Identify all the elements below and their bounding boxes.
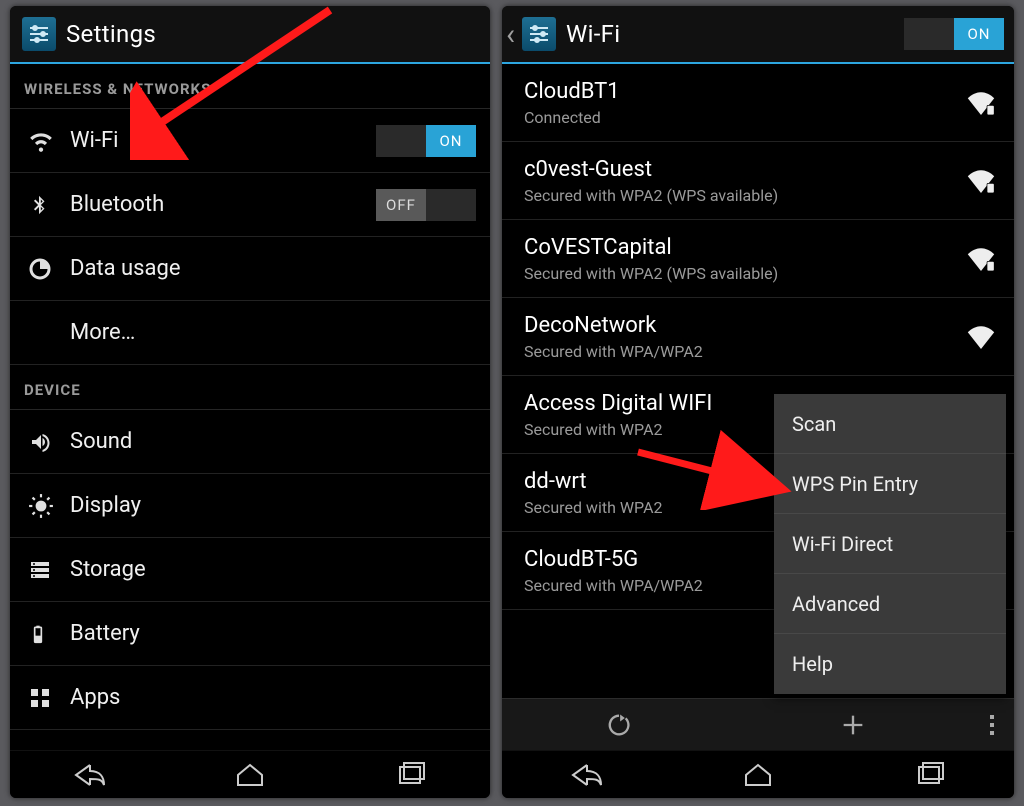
wifi-signal-icon [962,325,996,349]
sound-icon [28,430,70,454]
battery-row[interactable]: Battery [10,602,490,666]
network-status: Secured with WPA2 (WPS available) [524,264,962,283]
wifi-signal-icon [962,91,996,115]
wifi-master-toggle-state: ON [954,18,1004,50]
battery-label: Battery [70,621,140,646]
sound-label: Sound [70,429,132,454]
section-header-wireless: WIRELESS & NETWORKS [10,64,490,109]
wifi-action-bar [502,698,1014,750]
nav-back-button[interactable] [552,755,622,795]
network-row[interactable]: DecoNetwork Secured with WPA/WPA2 [502,298,1014,376]
menu-wifi-direct[interactable]: Wi-Fi Direct [774,514,1006,574]
menu-scan[interactable]: Scan [774,394,1006,454]
menu-help[interactable]: Help [774,634,1006,694]
storage-icon [28,558,70,582]
menu-wps-pin[interactable]: WPS Pin Entry [774,454,1006,514]
add-network-button[interactable] [736,711,970,739]
network-name: DecoNetwork [524,313,962,338]
settings-app-icon[interactable] [522,17,556,51]
data-usage-row[interactable]: Data usage [10,237,490,301]
up-caret-icon[interactable]: ‹ [506,17,520,52]
more-row[interactable]: More… [10,301,490,365]
storage-row[interactable]: Storage [10,538,490,602]
apps-icon [28,686,70,710]
settings-app-icon [22,17,56,51]
bluetooth-toggle[interactable]: OFF [376,189,476,221]
overflow-button[interactable] [970,713,1014,737]
nav-home-button[interactable] [215,755,285,795]
nav-home-button[interactable] [723,755,793,795]
sound-row[interactable]: Sound [10,410,490,474]
nav-back-button[interactable] [55,755,125,795]
section-header-device: DEVICE [10,365,490,410]
display-label: Display [70,493,141,518]
network-row[interactable]: CloudBT1 Connected [502,64,1014,142]
apps-row[interactable]: Apps [10,666,490,730]
network-status: Secured with WPA2 (WPS available) [524,186,962,205]
nav-bar [10,750,490,798]
nav-recent-button[interactable] [375,755,445,795]
nav-bar [502,750,1014,798]
wifi-signal-icon [962,169,996,193]
bluetooth-toggle-state: OFF [376,189,426,221]
bluetooth-icon [28,192,70,218]
settings-screen: Settings WIRELESS & NETWORKS Wi-Fi ON Bl… [10,6,490,798]
network-name: c0vest-Guest [524,157,962,182]
display-icon [28,493,70,519]
wifi-row[interactable]: Wi-Fi ON [10,109,490,173]
network-status: Secured with WPA/WPA2 [524,342,962,361]
data-usage-icon [28,257,70,281]
wifi-label: Wi-Fi [70,128,118,153]
network-row[interactable]: CoVESTCapital Secured with WPA2 (WPS ava… [502,220,1014,298]
settings-title: Settings [66,20,156,48]
wifi-toggle-state: ON [426,125,476,157]
wifi-toggle[interactable]: ON [376,125,476,157]
storage-label: Storage [70,557,146,582]
data-usage-label: Data usage [70,256,181,281]
wifi-signal-icon [962,247,996,271]
network-name: CoVESTCapital [524,235,962,260]
bluetooth-label: Bluetooth [70,192,164,217]
wifi-overflow-menu: Scan WPS Pin Entry Wi-Fi Direct Advanced… [774,394,1006,694]
display-row[interactable]: Display [10,474,490,538]
bluetooth-row[interactable]: Bluetooth OFF [10,173,490,237]
settings-header: Settings [10,6,490,64]
network-status: Connected [524,108,962,127]
wifi-header: ‹ Wi-Fi ON [502,6,1014,64]
network-row[interactable]: c0vest-Guest Secured with WPA2 (WPS avai… [502,142,1014,220]
battery-icon [28,621,70,647]
menu-advanced[interactable]: Advanced [774,574,1006,634]
wps-push-button[interactable] [502,711,736,739]
network-name: CloudBT1 [524,79,962,104]
wifi-title: Wi-Fi [566,20,620,48]
nav-recent-button[interactable] [894,755,964,795]
wifi-screen: ‹ Wi-Fi ON CloudBT1 Connected c0vest-Gue… [502,6,1014,798]
more-label: More… [70,320,135,345]
wifi-master-toggle[interactable]: ON [904,18,1004,50]
apps-label: Apps [70,685,120,710]
wifi-icon [28,128,70,154]
